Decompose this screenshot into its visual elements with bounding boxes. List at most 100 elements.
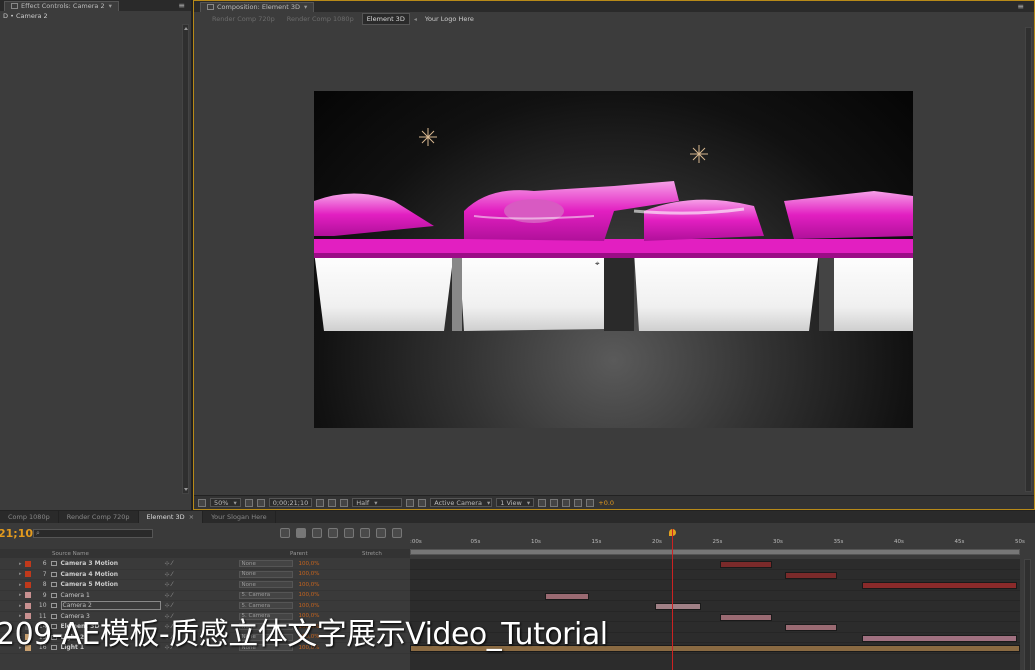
eye-icon[interactable] (10, 604, 16, 608)
region-of-interest-icon[interactable] (406, 498, 415, 507)
tab-composition[interactable]: Composition: Element 3D ▾ (200, 1, 315, 12)
fast-previews-icon[interactable] (550, 498, 559, 507)
layer-search-input[interactable]: ⌕ (33, 528, 153, 538)
toggle-pixel-aspect-icon[interactable] (538, 498, 547, 507)
timeline-icon[interactable] (562, 498, 571, 507)
exposure-reset-icon[interactable] (586, 498, 595, 507)
timeline-scrollbar[interactable] (1024, 559, 1031, 670)
mini-flowchart-icon[interactable] (280, 528, 290, 538)
time-ruler[interactable]: :00s 05s 10s 15s 20s 25s 30s 35s 40s 45s 50s (410, 529, 1025, 555)
camera-view-select[interactable]: Active Camera (430, 498, 493, 507)
stretch-value[interactable]: 100,0% (299, 571, 320, 577)
expand-triangle-icon[interactable]: ▸ (19, 571, 22, 577)
snapshot-icon[interactable] (316, 498, 325, 507)
chevron-down-icon[interactable]: ▾ (109, 2, 112, 10)
stretch-value[interactable]: 100,0% (299, 582, 320, 588)
expand-triangle-icon[interactable]: ▸ (19, 592, 22, 598)
label-color-swatch[interactable] (24, 560, 31, 567)
eye-icon[interactable] (10, 593, 16, 597)
live-update-icon[interactable] (296, 528, 306, 538)
layer-duration-bar[interactable] (862, 634, 1017, 642)
layer-duration-bar[interactable] (655, 603, 701, 610)
always-preview-icon[interactable] (198, 498, 206, 507)
view-layout-select[interactable]: 1 View (496, 498, 535, 507)
flowchart-icon[interactable] (574, 498, 583, 507)
channel-icon[interactable] (340, 498, 349, 507)
composition-viewer[interactable]: ⌖ (314, 91, 913, 428)
exposure-value[interactable]: +0.0 (598, 499, 614, 507)
label-color-swatch[interactable] (24, 571, 31, 578)
layer-name[interactable]: Camera 1 (61, 592, 161, 599)
show-snapshot-icon[interactable] (328, 498, 337, 507)
parent-select[interactable]: None (238, 560, 293, 568)
parent-select[interactable]: None (238, 570, 293, 578)
label-color-swatch[interactable] (24, 581, 31, 588)
safe-zones-icon[interactable] (244, 498, 253, 507)
current-time-field[interactable]: 0;00;21;10 (268, 498, 313, 507)
layer-duration-bar[interactable] (720, 613, 772, 621)
label-color-swatch[interactable] (24, 602, 31, 609)
shy-switch-icon[interactable]: ⊹ ⁄ (165, 571, 181, 578)
stretch-value[interactable]: 100,0% (299, 603, 320, 609)
layer-row[interactable]: ▸ 8 Camera 5 Motion ⊹ ⁄ None 100,0% (0, 580, 410, 591)
subtab-render-1080[interactable]: Render Comp 1080p (283, 14, 358, 24)
shy-switch-icon[interactable]: ⊹ ⁄ (165, 581, 181, 588)
tab-element-3d[interactable]: Element 3D × (138, 511, 204, 523)
expand-triangle-icon[interactable]: ▸ (19, 603, 22, 609)
stretch-value[interactable]: 100,0% (299, 592, 320, 598)
shy-switch-icon[interactable]: ⊹ ⁄ (165, 592, 181, 599)
tab-comp-1080p[interactable]: Comp 1080p (0, 511, 59, 523)
motion-blur-icon[interactable] (360, 528, 370, 538)
eye-icon[interactable] (10, 583, 16, 587)
brainstorm-icon[interactable] (376, 528, 386, 538)
layer-name[interactable]: Camera 4 Motion (61, 571, 161, 578)
frame-blending-icon[interactable] (344, 528, 354, 538)
transparency-grid-icon[interactable] (418, 498, 427, 507)
stretch-header[interactable]: Stretch (362, 551, 382, 557)
subtab-element-3d[interactable]: Element 3D (361, 13, 410, 25)
vertical-scrollbar[interactable] (182, 24, 189, 494)
expand-triangle-icon[interactable]: ▸ (19, 582, 22, 588)
expand-triangle-icon[interactable]: ▸ (19, 561, 22, 567)
layer-duration-bar[interactable] (545, 592, 589, 600)
eye-icon[interactable] (10, 572, 16, 576)
ruler-tick-label: 45s (954, 539, 965, 545)
mask-visibility-icon[interactable] (256, 498, 265, 507)
panel-menu-icon[interactable]: ≡ (178, 1, 185, 10)
parent-header[interactable]: Parent (290, 551, 362, 557)
subtab-render-720[interactable]: Render Comp 720p (208, 14, 279, 24)
draft-3d-icon[interactable] (312, 528, 322, 538)
layer-row[interactable]: ▸ 9 Camera 1 ⊹ ⁄ 5. Camera 100,0% (0, 591, 410, 601)
scroll-down-icon[interactable] (184, 488, 188, 491)
label-color-swatch[interactable] (24, 592, 31, 599)
shy-layers-icon[interactable] (328, 528, 338, 538)
subtab-your-logo[interactable]: Your Logo Here (421, 14, 478, 24)
parent-select[interactable]: 5. Camera (238, 591, 293, 599)
source-name-header[interactable]: Source Name (52, 551, 170, 557)
parent-select[interactable]: None (238, 581, 293, 589)
chevron-down-icon[interactable]: ▾ (304, 3, 307, 11)
layer-name[interactable]: Camera 5 Motion (61, 581, 161, 588)
tab-render-comp-720p[interactable]: Render Comp 720p (59, 511, 139, 523)
eye-icon[interactable] (10, 562, 16, 566)
work-area-bar[interactable] (410, 549, 1020, 555)
tab-your-slogan-here[interactable]: Your Slogan Here (203, 511, 276, 523)
layer-row[interactable]: ▸ 7 Camera 4 Motion ⊹ ⁄ None 100,0% (0, 570, 410, 580)
close-icon[interactable]: × (189, 513, 194, 521)
layer-duration-bar[interactable] (785, 624, 837, 631)
zoom-select[interactable]: 50% (210, 498, 241, 507)
graph-editor-icon[interactable] (392, 528, 402, 538)
shy-switch-icon[interactable]: ⊹ ⁄ (165, 560, 181, 567)
layer-duration-bar[interactable] (720, 561, 772, 568)
layer-row[interactable]: ▸ 6 Camera 3 Motion ⊹ ⁄ None 100,0% (0, 559, 410, 570)
layer-name[interactable]: Camera 3 Motion (61, 560, 161, 567)
resolution-select[interactable]: Half (352, 498, 403, 507)
scroll-up-icon[interactable] (184, 27, 188, 30)
layer-duration-bar[interactable] (862, 582, 1017, 589)
timeline-timecode[interactable]: 21;10 (0, 527, 33, 540)
panel-menu-icon[interactable]: ≡ (1017, 2, 1024, 11)
layer-duration-bar[interactable] (785, 571, 837, 579)
stretch-value[interactable]: 100,0% (299, 561, 320, 567)
composition-scrollbar[interactable] (1025, 27, 1032, 492)
tab-effect-controls[interactable]: Effect Controls: Camera 2 ▾ (4, 0, 119, 11)
